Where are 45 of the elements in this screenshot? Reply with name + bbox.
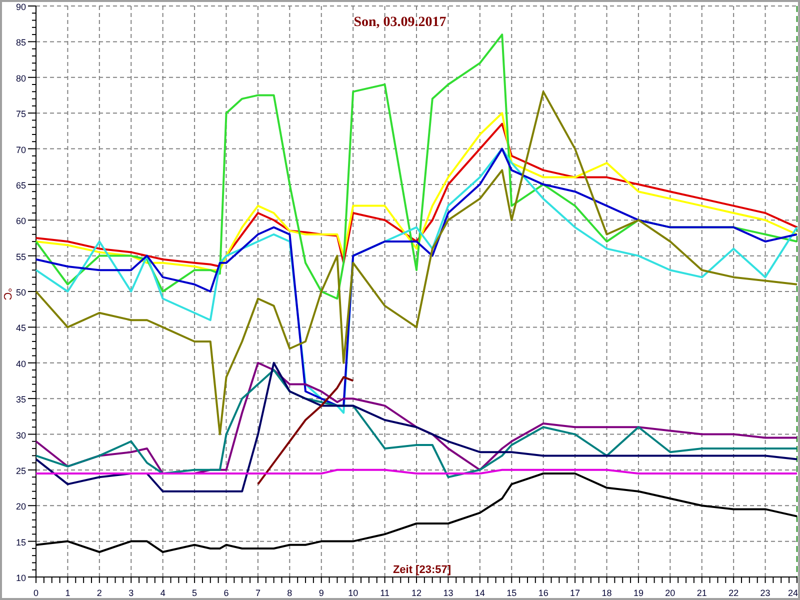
y-tick-label: 30 [16, 430, 26, 440]
x-tick-label: 8 [287, 588, 292, 598]
x-tick-label: 5 [192, 588, 198, 598]
x-tick-label: 15 [506, 588, 517, 598]
x-tick-label: 7 [255, 588, 260, 598]
y-tick-label: 10 [16, 573, 26, 583]
x-tick-label: 3 [128, 588, 134, 598]
x-tick-label: 12 [412, 588, 422, 598]
x-tick-label: 13 [443, 588, 454, 598]
y-tick-label: 65 [16, 180, 26, 190]
x-tick-label: 19 [633, 588, 644, 598]
y-tick-label: 70 [16, 144, 26, 155]
x-tick-label: 20 [665, 588, 676, 598]
y-tick-label: 35 [16, 394, 26, 405]
x-tick-label: 2 [96, 588, 102, 598]
y-tick-label: 90 [16, 2, 26, 12]
y-tick-label: 45 [16, 323, 26, 334]
x-tick-label: 4 [160, 588, 166, 598]
y-tick-label: 20 [16, 502, 26, 512]
x-tick-label: 16 [538, 588, 548, 598]
x-tick-label: 21 [696, 588, 707, 598]
x-axis-label: Zeit [23:57] [392, 564, 452, 576]
x-tick-label: 17 [570, 588, 580, 598]
x-tick-label: 23 [760, 588, 770, 598]
y-tick-label: 80 [16, 73, 26, 84]
y-tick-label: 40 [16, 358, 26, 369]
y-tick-label: 25 [16, 466, 26, 476]
x-tick-label: 10 [348, 588, 358, 598]
x-tick-label: 9 [318, 588, 324, 598]
x-tick-label: 14 [474, 588, 485, 598]
y-tick-label: 60 [16, 216, 26, 226]
y-tick-label: 85 [16, 38, 26, 48]
x-tick-label: 18 [602, 588, 612, 598]
y-tick-label: 75 [16, 109, 26, 120]
x-tick-label: 11 [380, 588, 390, 598]
x-tick-label: 24 [788, 588, 798, 598]
x-tick-label: 0 [34, 588, 38, 598]
y-tick-label: 55 [16, 252, 26, 262]
chart-title: Son, 03.09.2017 [354, 15, 446, 30]
x-tick-label: 6 [224, 588, 229, 598]
y-tick-label: 50 [16, 288, 26, 298]
y-axis-label: °C [2, 288, 13, 300]
x-tick-label: 22 [728, 588, 739, 598]
x-tick-label: 1 [65, 588, 70, 598]
y-tick-label: 15 [16, 537, 26, 548]
